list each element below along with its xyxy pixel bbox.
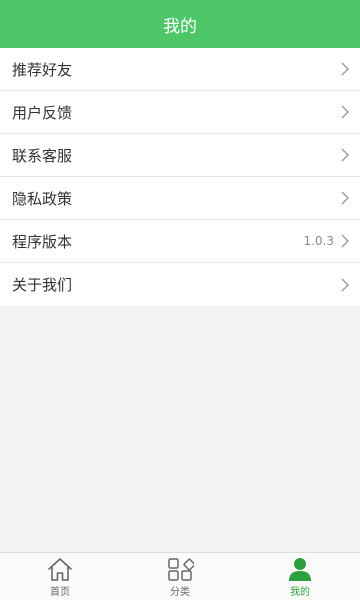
settings-menu: 推荐好友 用户反馈 联系客服 隐私政策 程序版本 1.0.3 关于我们 [0, 48, 360, 306]
chevron-right-icon [341, 105, 349, 119]
category-grid-icon [168, 557, 194, 581]
menu-item-label: 程序版本 [12, 232, 73, 251]
bottom-tab-bar: 首页 分类 我的 [0, 552, 360, 600]
menu-item-label: 推荐好友 [12, 60, 73, 79]
tab-label: 我的 [290, 586, 310, 598]
chevron-right-icon [341, 234, 349, 248]
menu-item-user-feedback[interactable]: 用户反馈 [0, 91, 360, 134]
tab-label: 首页 [50, 586, 70, 598]
tab-label: 分类 [170, 586, 190, 598]
menu-item-label: 联系客服 [12, 146, 73, 165]
chevron-right-icon [341, 191, 349, 205]
chevron-right-icon [341, 278, 349, 291]
menu-item-label: 用户反馈 [12, 103, 73, 122]
header-bar: 我的 [0, 0, 360, 48]
menu-item-about-us[interactable]: 关于我们 [0, 263, 360, 306]
chevron-right-icon [341, 62, 349, 76]
page-title: 我的 [163, 16, 197, 37]
chevron-right-icon [341, 148, 349, 162]
tab-category[interactable]: 分类 [120, 553, 240, 600]
menu-item-label: 隐私政策 [12, 189, 73, 208]
tab-home[interactable]: 首页 [0, 553, 120, 600]
menu-item-contact-support[interactable]: 联系客服 [0, 134, 360, 177]
menu-item-privacy-policy[interactable]: 隐私政策 [0, 177, 360, 220]
menu-item-recommend-friends[interactable]: 推荐好友 [0, 48, 360, 91]
version-number: 1.0.3 [303, 234, 334, 248]
user-icon [289, 557, 311, 581]
menu-item-app-version[interactable]: 程序版本 1.0.3 [0, 220, 360, 263]
menu-item-label: 关于我们 [12, 276, 73, 294]
home-icon [48, 557, 72, 581]
tab-mine[interactable]: 我的 [240, 553, 360, 600]
